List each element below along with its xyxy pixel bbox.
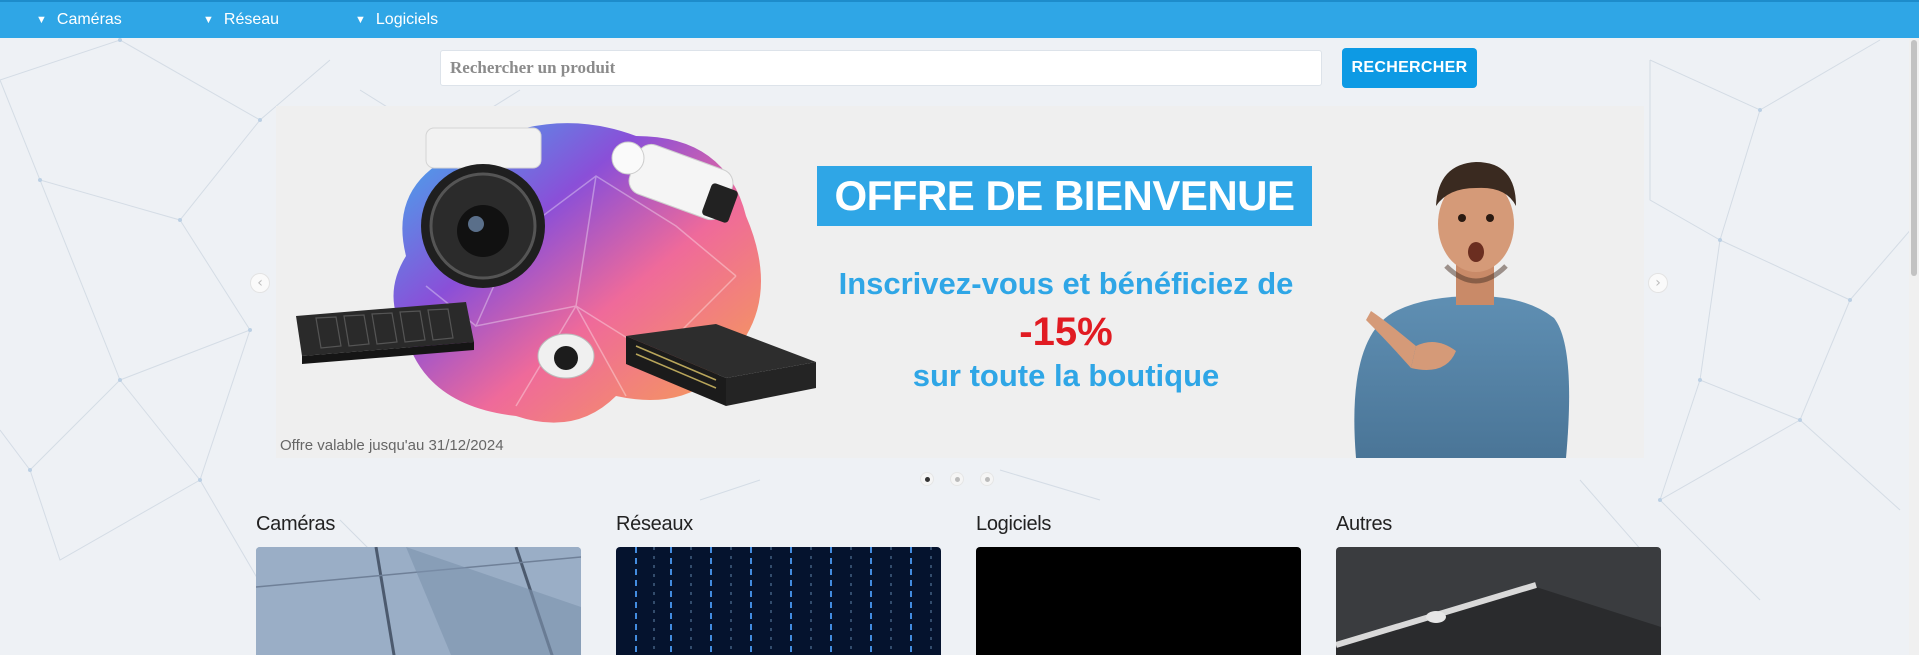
promo-discount: -15% (1019, 310, 1113, 354)
chevron-right-icon[interactable]: › (1648, 273, 1668, 293)
caret-down-icon: ▼ (36, 14, 47, 26)
top-nav-bar: ▼ Caméras ▼ Réseau ▼ Logiciels (0, 0, 1919, 38)
category-cameras: Caméras (256, 510, 581, 655)
category-image-autres[interactable] (1336, 547, 1661, 655)
category-image-cameras[interactable] (256, 547, 581, 655)
nav-item-label: Caméras (56, 11, 122, 28)
fisheye-camera-illustration (537, 333, 595, 379)
category-autres: Autres (1336, 510, 1661, 655)
category-title[interactable]: Réseaux (616, 510, 941, 547)
promo-text-line1: Inscrivez-vous et bénéficiez de (838, 266, 1294, 301)
offer-validity: Offre valable jusqu'au 31/12/2024 (280, 437, 504, 454)
carousel-dots (920, 472, 994, 486)
nav-item-cameras[interactable]: ▼ Caméras (36, 2, 122, 38)
person-illustration (1354, 162, 1570, 458)
nav-item-logiciels[interactable]: ▼ Logiciels (355, 2, 438, 38)
category-title[interactable]: Logiciels (976, 510, 1301, 547)
page-scrollbar[interactable] (1909, 38, 1919, 655)
carousel-dot-1[interactable] (920, 472, 934, 486)
caret-down-icon: ▼ (203, 14, 214, 26)
nav-item-label: Logiciels (375, 11, 439, 28)
category-image-logiciels[interactable] (976, 547, 1301, 655)
carousel-dot-3[interactable] (980, 472, 994, 486)
category-logiciels: Logiciels (976, 510, 1301, 655)
nav-item-label: Réseau (223, 11, 280, 28)
scrollbar-thumb[interactable] (1911, 40, 1917, 276)
caret-down-icon: ▼ (355, 14, 366, 26)
nav-item-reseau[interactable]: ▼ Réseau (203, 2, 279, 38)
promo-banner[interactable]: OFFRE DE BIENVENUE Inscrivez-vous et bén… (276, 106, 1644, 458)
dome-camera-illustration (421, 127, 545, 288)
category-title[interactable]: Autres (1336, 510, 1661, 547)
category-image-reseaux[interactable] (616, 547, 941, 655)
search-button[interactable]: RECHERCHER (1342, 48, 1477, 88)
search-input[interactable] (440, 50, 1322, 86)
promo-title: OFFRE DE BIENVENUE (817, 166, 1312, 226)
promo-text-line2: sur toute la boutique (912, 358, 1220, 393)
carousel-dot-2[interactable] (950, 472, 964, 486)
category-title[interactable]: Caméras (256, 510, 581, 547)
category-reseaux: Réseaux (616, 510, 941, 655)
chevron-left-icon[interactable]: ‹ (250, 273, 270, 293)
